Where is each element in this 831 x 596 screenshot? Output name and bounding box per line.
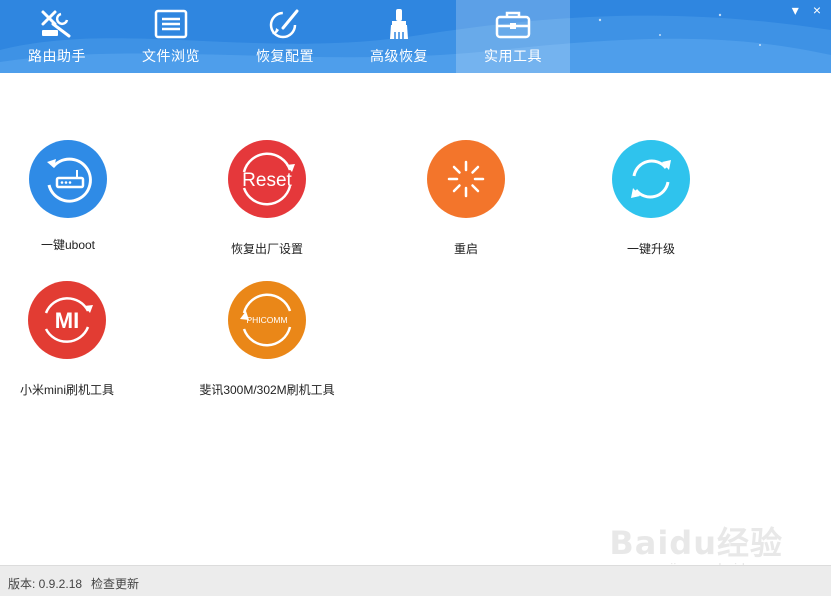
router-refresh-icon bbox=[29, 140, 107, 218]
svg-text:MI: MI bbox=[55, 308, 79, 333]
tab-label: 实用工具 bbox=[484, 48, 542, 64]
svg-text:Reset: Reset bbox=[242, 170, 292, 191]
nav-tabs: 路由助手 文件浏览 恢复配置 高级恢复 实用工具 bbox=[0, 0, 570, 73]
tool-label: 斐讯300M/302M刷机工具 bbox=[199, 383, 335, 397]
restart-icon bbox=[427, 140, 505, 218]
version-label: 版本: 0.9.2.18 bbox=[8, 577, 83, 591]
file-list-icon bbox=[154, 9, 188, 39]
close-button[interactable]: × bbox=[813, 2, 821, 18]
paint-brush-icon bbox=[390, 9, 408, 39]
window-controls: ▾ × bbox=[792, 2, 821, 18]
tool-label: 恢复出厂设置 bbox=[230, 242, 303, 256]
tab-label: 文件浏览 bbox=[142, 48, 200, 64]
tool-one-click-uboot[interactable]: 一键uboot bbox=[0, 140, 148, 253]
tab-router-assistant[interactable]: 路由助手 bbox=[0, 0, 114, 73]
tool-phicomm-flash[interactable]: PHICOMM 斐讯300M/302M刷机工具 bbox=[187, 281, 347, 398]
tab-restore-config[interactable]: 恢复配置 bbox=[228, 0, 342, 73]
phicomm-icon: PHICOMM bbox=[228, 281, 306, 359]
tool-one-click-upgrade[interactable]: 一键升级 bbox=[571, 140, 731, 257]
tab-label: 高级恢复 bbox=[370, 48, 428, 64]
tab-label: 路由助手 bbox=[28, 48, 86, 64]
xiaomi-mi-icon: MI bbox=[28, 281, 106, 359]
tool-label: 一键升级 bbox=[626, 242, 675, 256]
minimize-button[interactable]: ▾ bbox=[792, 2, 799, 18]
top-navigation-bar: 路由助手 文件浏览 恢复配置 高级恢复 实用工具 ▾ × bbox=[0, 0, 831, 73]
watermark-logo: Baidu经验 bbox=[609, 524, 783, 562]
tool-xiaomi-mini-flash[interactable]: MI 小米mini刷机工具 bbox=[0, 281, 147, 398]
check-update-link[interactable]: 检查更新 bbox=[91, 575, 139, 592]
upgrade-icon bbox=[612, 140, 690, 218]
router-tools-icon bbox=[41, 10, 71, 38]
toolbox-icon bbox=[495, 11, 531, 39]
tool-label: 重启 bbox=[453, 242, 478, 256]
reset-icon: Reset bbox=[228, 140, 306, 218]
tool-restart[interactable]: 重启 bbox=[386, 140, 546, 257]
tool-label: 小米mini刷机工具 bbox=[19, 383, 114, 397]
tab-file-browser[interactable]: 文件浏览 bbox=[114, 0, 228, 73]
tab-advanced-restore[interactable]: 高级恢复 bbox=[342, 0, 456, 73]
app-window: 路由助手 文件浏览 恢复配置 高级恢复 实用工具 ▾ × 一键uboot Res… bbox=[0, 0, 831, 596]
tab-utility-tools[interactable]: 实用工具 bbox=[456, 0, 570, 73]
status-bar: 版本: 0.9.2.18 检查更新 bbox=[0, 565, 831, 596]
svg-text:PHICOMM: PHICOMM bbox=[246, 315, 287, 325]
brush-restore-icon bbox=[269, 9, 299, 39]
tab-label: 恢复配置 bbox=[256, 48, 314, 64]
tool-factory-reset[interactable]: Reset 恢复出厂设置 bbox=[187, 140, 347, 257]
tool-label: 一键uboot bbox=[40, 238, 96, 252]
